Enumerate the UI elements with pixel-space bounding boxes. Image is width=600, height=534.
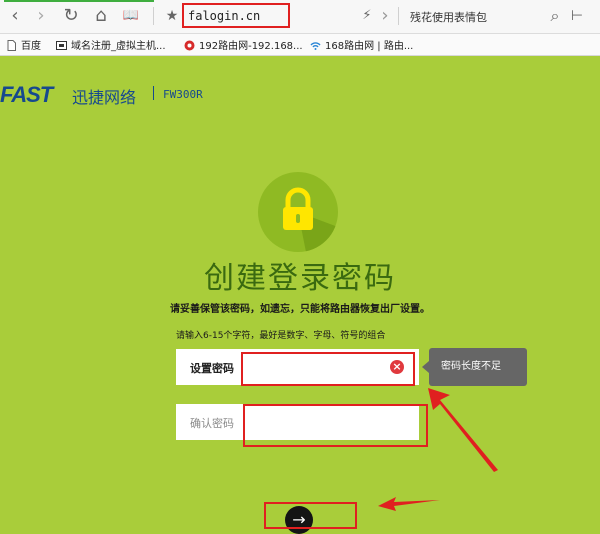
arrow-annotation: [428, 388, 498, 472]
arrow-annotation: [378, 497, 440, 511]
annotation-arrows: [378, 388, 498, 511]
